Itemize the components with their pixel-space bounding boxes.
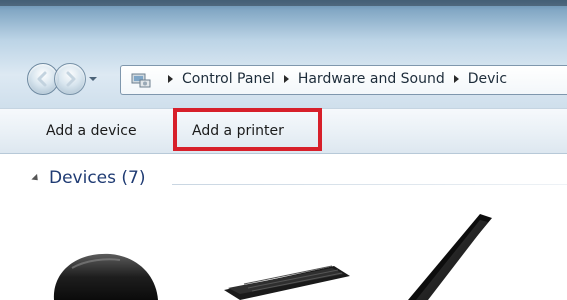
forward-arrow-icon [66, 71, 76, 87]
breadcrumb-devices[interactable]: Devic [468, 71, 507, 87]
group-divider [172, 184, 567, 185]
keyboard-icon[interactable] [214, 262, 354, 300]
address-bar[interactable]: Control Panel Hardware and Sound Devic [120, 65, 567, 95]
control-panel-icon [131, 73, 151, 88]
breadcrumb-separator-icon[interactable] [168, 74, 173, 83]
breadcrumb-control-panel[interactable]: Control Panel [182, 71, 275, 87]
frame-edge [0, 0, 567, 6]
breadcrumb: Control Panel Hardware and Sound Devic [159, 71, 507, 87]
monitor-icon[interactable] [388, 208, 498, 300]
breadcrumb-separator-icon[interactable] [453, 74, 459, 83]
devices-group-header[interactable]: Devices (7) [31, 168, 146, 188]
add-device-button[interactable]: Add a device [46, 123, 137, 139]
collapse-triangle-icon[interactable] [31, 173, 41, 183]
highlight-box [173, 108, 322, 151]
back-arrow-icon [37, 71, 47, 87]
forward-button[interactable] [54, 63, 86, 95]
breadcrumb-hardware-and-sound[interactable]: Hardware and Sound [298, 71, 445, 87]
mouse-icon[interactable] [50, 246, 160, 300]
devices-group-label: Devices (7) [49, 168, 146, 188]
history-dropdown-icon[interactable] [88, 74, 98, 84]
breadcrumb-separator-icon[interactable] [283, 74, 289, 83]
